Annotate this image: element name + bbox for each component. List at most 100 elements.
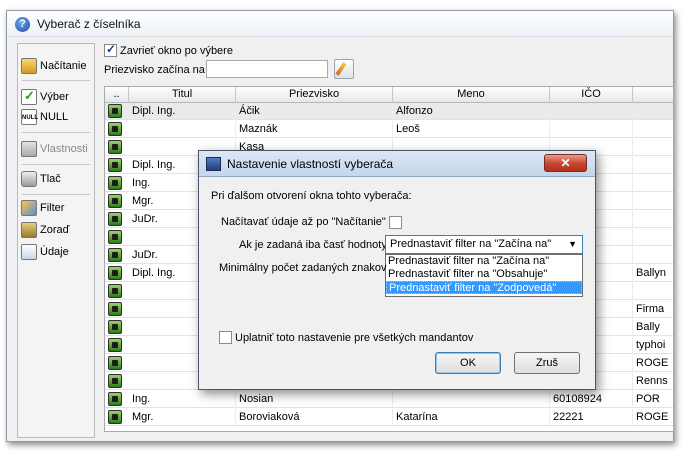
- table-cell: Dipl. Ing.: [129, 103, 236, 120]
- sidebar: Načítanie Výber NULL NULL Vlastnosti Tla…: [17, 43, 95, 438]
- dialog-titlebar: Nastavenie vlastností vyberača ✕: [199, 151, 595, 177]
- table-cell: typhoi: [633, 337, 673, 354]
- null-button[interactable]: NULL NULL: [21, 108, 93, 126]
- filter-mode-dropdown: Prednastaviť filter na "Začína na" Predn…: [385, 254, 583, 297]
- table-row[interactable]: Maznák Leoš: [105, 121, 673, 138]
- dialog-title: Nastavenie vlastností vyberača: [227, 157, 394, 171]
- dialog-body: Pri ďalšom otvorení okna tohto vyberača:…: [199, 178, 595, 389]
- window-title: Vyberač z číselníka: [37, 17, 141, 31]
- table-cell: Leoš: [393, 121, 550, 138]
- table-cell: [129, 121, 236, 138]
- table-cell: POR: [633, 391, 673, 408]
- sidebar-divider: [22, 164, 90, 165]
- record-icon: [108, 338, 122, 352]
- properties-icon: [21, 141, 37, 157]
- select-button[interactable]: Výber: [21, 88, 93, 106]
- record-icon: [108, 104, 122, 118]
- table-cell: [633, 247, 673, 264]
- table-cell: [633, 175, 673, 192]
- filter-option-contains[interactable]: Prednastaviť filter na "Obsahuje": [386, 268, 582, 281]
- load-after-label: Načítavať údaje až po "Načítanie": [221, 216, 386, 228]
- filter-option-starts-with[interactable]: Prednastaviť filter na "Začína na": [386, 255, 582, 268]
- sort-button[interactable]: Zoraď: [21, 221, 93, 239]
- filter-button[interactable]: Filter: [21, 199, 93, 217]
- dialog-close-button[interactable]: ✕: [544, 154, 587, 172]
- record-icon: [108, 122, 122, 136]
- column-header-marker[interactable]: ..: [105, 87, 129, 103]
- properties-button-label: Vlastnosti: [40, 143, 88, 155]
- record-icon: [108, 374, 122, 388]
- record-icon: [108, 284, 122, 298]
- table-cell: ROGE: [633, 409, 673, 426]
- filter-mode-select[interactable]: Prednastaviť filter na "Začína na" ▼: [385, 235, 583, 254]
- record-icon: [108, 392, 122, 406]
- load-icon: [21, 58, 37, 74]
- apply-all-checkbox[interactable]: [219, 331, 232, 344]
- record-icon: [108, 320, 122, 334]
- table-cell: 60108924: [550, 391, 633, 408]
- dialog-intro-text: Pri ďalšom otvorení okna tohto vyberača:: [211, 190, 412, 202]
- partial-value-label: Ak je zadaná iba časť hodnoty: [239, 239, 387, 251]
- table-cell: Maznák: [236, 121, 393, 138]
- close-after-select-label: Zavrieť okno po výbere: [120, 44, 233, 57]
- sidebar-divider: [22, 132, 90, 133]
- null-icon: NULL: [21, 109, 38, 125]
- table-cell: [633, 103, 673, 120]
- record-icon: [108, 248, 122, 262]
- window-titlebar: ? Vyberač z číselníka: [7, 11, 673, 37]
- record-icon: [108, 266, 122, 280]
- print-button[interactable]: Tlač: [21, 170, 93, 188]
- record-icon: [108, 302, 122, 316]
- surname-search-input[interactable]: [206, 60, 328, 78]
- table-cell: Katarína: [393, 409, 550, 426]
- properties-button[interactable]: Vlastnosti: [21, 140, 93, 158]
- table-row[interactable]: Mgr. Boroviaková Katarína 22221 ROGE: [105, 409, 673, 426]
- table-cell: Ballyn: [633, 265, 673, 282]
- table-cell: Ing.: [129, 391, 236, 408]
- filter-button-label: Filter: [40, 202, 65, 214]
- column-header-surname[interactable]: Priezvisko: [236, 87, 393, 103]
- table-cell: [633, 229, 673, 246]
- cancel-button[interactable]: Zruš: [514, 352, 580, 374]
- filter-mode-selected: Prednastaviť filter na "Začína na": [390, 238, 552, 250]
- table-cell: [633, 211, 673, 228]
- table-cell: Áčik: [236, 103, 393, 120]
- table-cell: [550, 121, 633, 138]
- load-after-checkbox[interactable]: [389, 216, 402, 229]
- search-button[interactable]: [334, 59, 354, 79]
- column-header-ico[interactable]: IČO: [550, 87, 633, 103]
- grid-header: .. Titul Priezvisko Meno IČO: [105, 87, 673, 103]
- table-cell: Nosian: [236, 391, 393, 408]
- table-cell: Boroviaková: [236, 409, 393, 426]
- ok-button[interactable]: OK: [435, 352, 501, 374]
- data-icon: [21, 244, 37, 260]
- select-button-label: Výber: [40, 91, 69, 103]
- data-button-label: Údaje: [40, 246, 69, 258]
- apply-all-option[interactable]: Uplatniť toto nastavenie pre všetkých ma…: [219, 331, 473, 344]
- table-cell: 22221: [550, 409, 633, 426]
- sort-button-label: Zoraď: [40, 224, 70, 236]
- table-row[interactable]: Dipl. Ing. Áčik Alfonzo: [105, 103, 673, 120]
- table-row[interactable]: Ing. Nosian 60108924 POR: [105, 391, 673, 408]
- load-button[interactable]: Načítanie: [21, 57, 93, 75]
- close-after-select-checkbox[interactable]: [104, 42, 117, 57]
- table-cell: [633, 139, 673, 156]
- filter-option-matches[interactable]: Prednastaviť filter na "Zodpovedá": [386, 281, 582, 294]
- table-cell: [393, 391, 550, 408]
- settings-dialog: Nastavenie vlastností vyberača ✕ Pri ďal…: [198, 150, 596, 390]
- record-icon: [108, 212, 122, 226]
- check-icon: [21, 88, 37, 105]
- apply-all-label: Uplatniť toto nastavenie pre všetkých ma…: [235, 331, 474, 344]
- table-cell: [633, 157, 673, 174]
- column-header-title[interactable]: Titul: [129, 87, 236, 103]
- record-icon: [108, 176, 122, 190]
- column-header-name[interactable]: Meno: [393, 87, 550, 103]
- print-button-label: Tlač: [40, 173, 61, 185]
- table-cell: [633, 121, 673, 138]
- close-after-select-option[interactable]: Zavrieť okno po výbere: [104, 42, 233, 57]
- data-button[interactable]: Údaje: [21, 243, 93, 261]
- record-icon: [108, 194, 122, 208]
- min-chars-label: Minimálny počet zadaných znakov: [219, 262, 387, 274]
- column-header-extra[interactable]: [633, 87, 673, 103]
- table-cell: Alfonzo: [393, 103, 550, 120]
